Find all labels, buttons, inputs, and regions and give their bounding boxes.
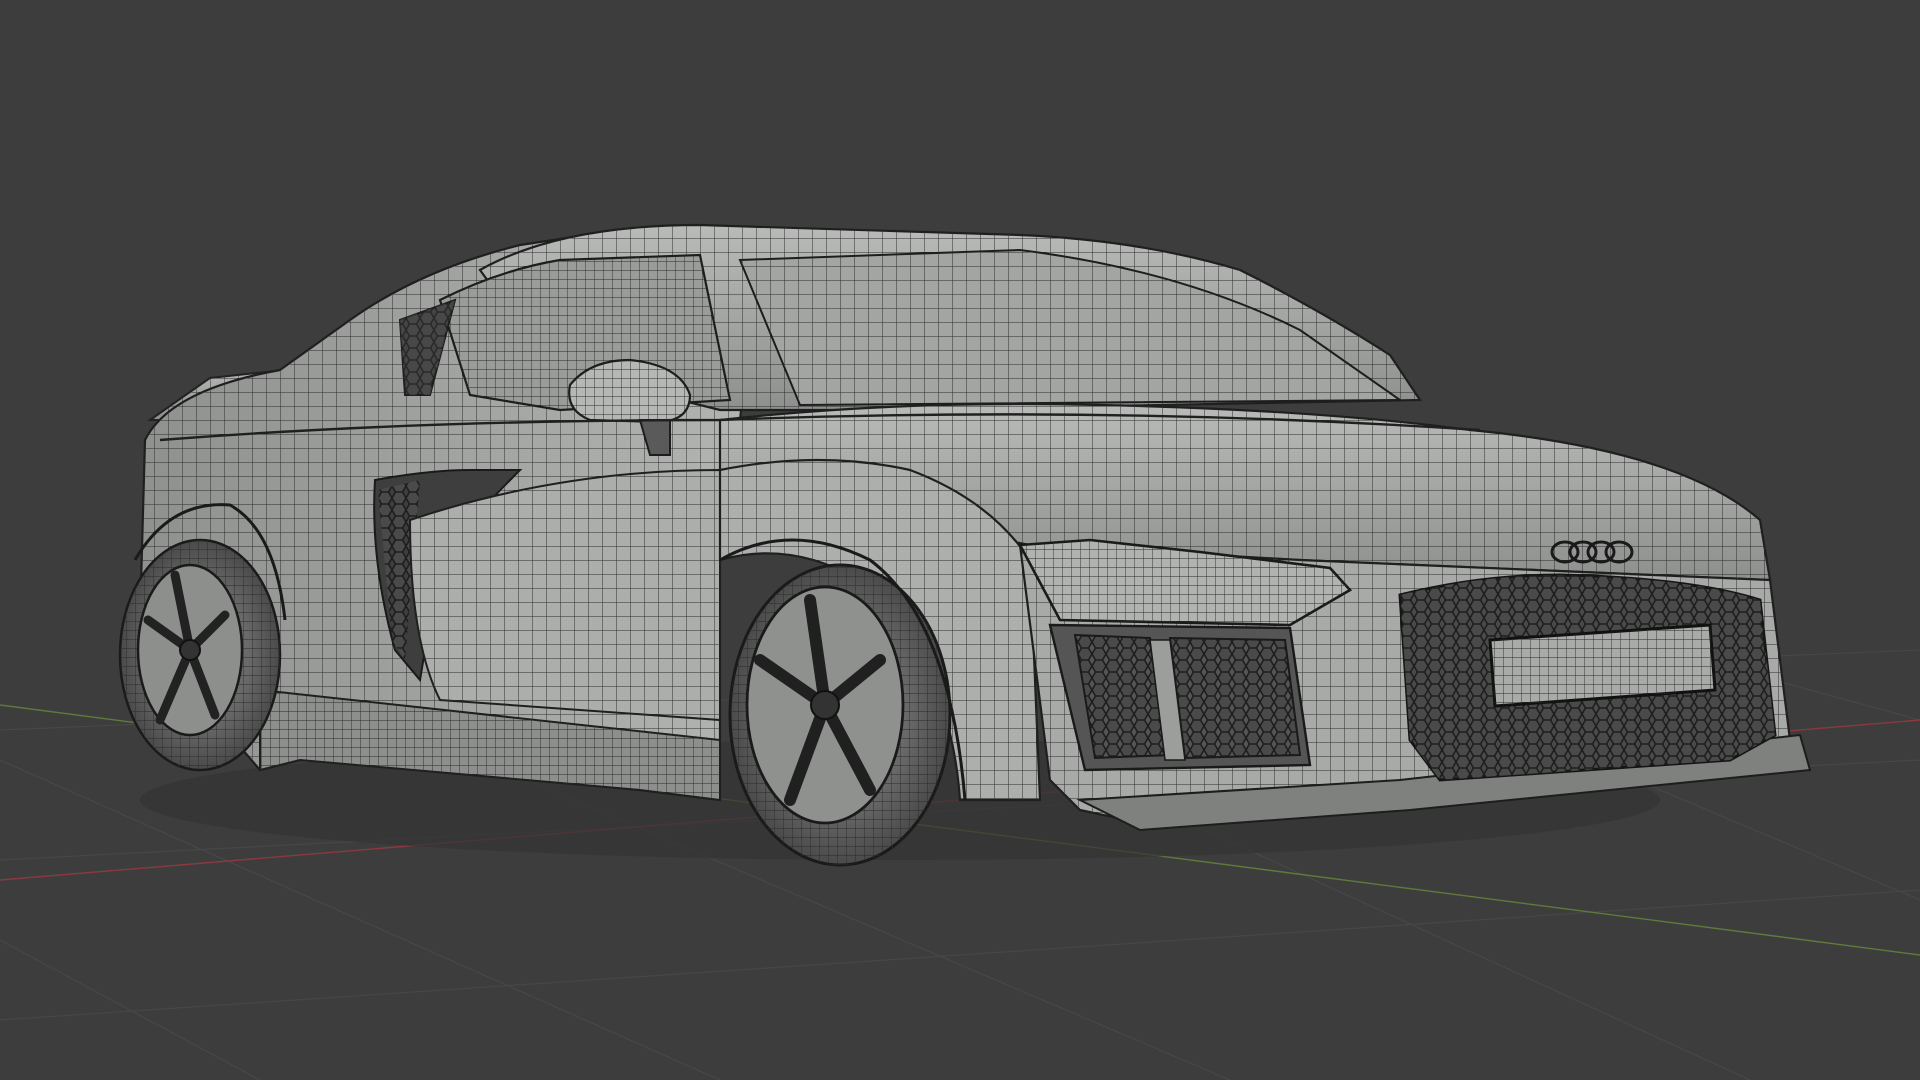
viewport-canvas[interactable]	[0, 0, 1920, 1080]
rear-wheel	[118, 538, 282, 772]
3d-viewport[interactable]	[0, 0, 1920, 1080]
front-wheel	[728, 563, 952, 867]
front-left-intake	[1048, 623, 1312, 772]
